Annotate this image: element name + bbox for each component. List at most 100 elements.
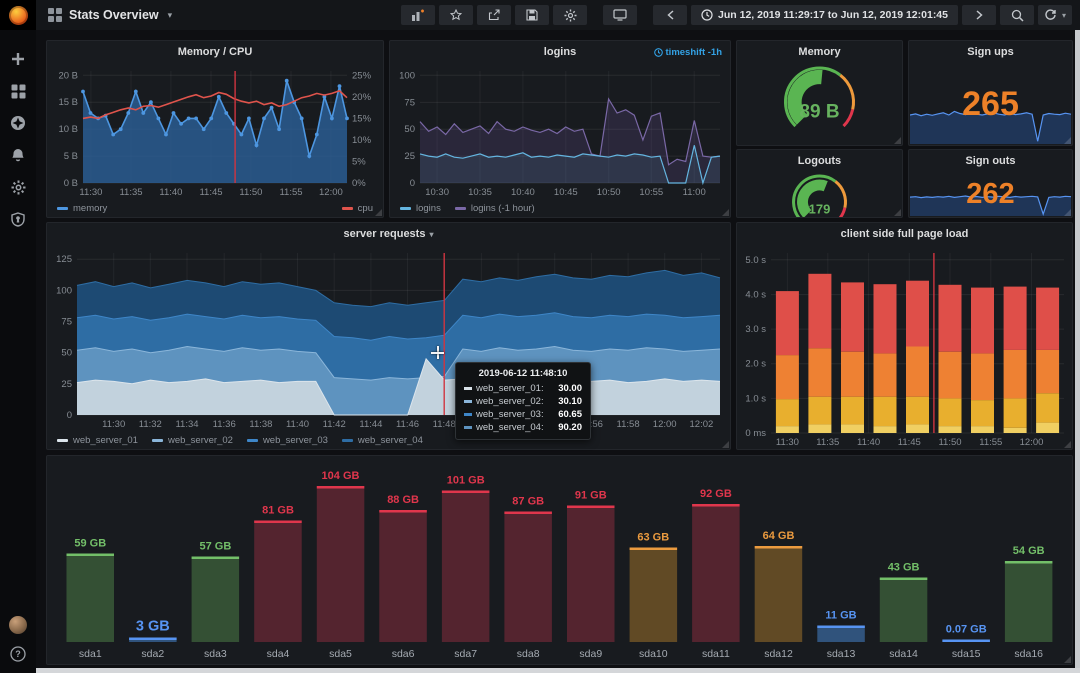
- tooltip-row: web_server_03:60.65: [464, 409, 582, 420]
- svg-text:20%: 20%: [352, 92, 372, 103]
- server-requests-chart[interactable]: 11:3011:3211:3411:3611:3811:4011:4211:44…: [47, 245, 730, 431]
- svg-text:25: 25: [404, 151, 415, 162]
- time-back-button[interactable]: [653, 5, 687, 25]
- panel-menu-caret: ▾: [429, 230, 433, 239]
- panel-title[interactable]: Sign ups: [909, 41, 1072, 63]
- refresh-button[interactable]: ▾: [1038, 5, 1072, 25]
- chart-tooltip: 2019-06-12 11:48:10 web_server_01:30.00 …: [455, 362, 591, 440]
- chevron-down-icon[interactable]: ▾: [168, 10, 173, 21]
- save-button[interactable]: [515, 5, 549, 25]
- svg-text:2.0 s: 2.0 s: [745, 359, 766, 370]
- sidebar-item-configuration[interactable]: [9, 178, 27, 196]
- legend-swatch: [247, 439, 258, 442]
- sidebar-item-dashboards[interactable]: [9, 82, 27, 100]
- memory-cpu-chart[interactable]: 11:3011:3511:4011:4511:5011:5512:000 B5 …: [47, 63, 383, 199]
- panel-title[interactable]: client side full page load: [737, 223, 1072, 245]
- scrollbar-track[interactable]: [1075, 30, 1080, 673]
- svg-text:3.0 s: 3.0 s: [745, 324, 766, 335]
- svg-text:12:00: 12:00: [653, 419, 677, 430]
- legend-swatch: [342, 207, 353, 210]
- legend-item-web-server-04[interactable]: web_server_04: [342, 435, 423, 446]
- svg-text:11:34: 11:34: [175, 419, 198, 430]
- svg-text:10 B: 10 B: [58, 124, 78, 135]
- svg-text:75: 75: [61, 317, 72, 328]
- svg-text:12:00: 12:00: [1020, 437, 1044, 448]
- panel-title[interactable]: Memory / CPU: [47, 41, 383, 63]
- legend-item-logins[interactable]: logins: [400, 203, 441, 214]
- tooltip-row: web_server_01:30.00: [464, 383, 582, 394]
- svg-text:5 B: 5 B: [64, 151, 78, 162]
- panel-title[interactable]: Logouts: [737, 150, 902, 172]
- refresh-interval-caret[interactable]: ▾: [1062, 11, 1066, 20]
- logins-chart[interactable]: 10:3010:3510:4010:4510:5010:5511:0002550…: [390, 63, 730, 199]
- svg-text:11:40: 11:40: [857, 437, 880, 448]
- svg-text:sda10: sda10: [639, 648, 668, 660]
- panel-title[interactable]: Sign outs: [909, 150, 1072, 172]
- legend-item-cpu[interactable]: cpu: [342, 203, 373, 214]
- legend-swatch: [57, 207, 68, 210]
- share-button[interactable]: [477, 5, 511, 25]
- sign-ups-value: 265: [909, 63, 1072, 145]
- sidebar-item-explore[interactable]: [9, 114, 27, 132]
- disk-usage-chart[interactable]: 59 GBsda13 GBsda257 GBsda381 GBsda4104 G…: [47, 456, 1072, 664]
- svg-text:3 GB: 3 GB: [136, 619, 170, 635]
- svg-text:0 ms: 0 ms: [745, 428, 766, 439]
- clock-icon: [701, 9, 713, 21]
- panel-title[interactable]: server requests▾: [47, 223, 730, 245]
- panel-title[interactable]: Memory: [737, 41, 902, 63]
- svg-text:11:35: 11:35: [119, 187, 142, 198]
- legend-swatch: [400, 207, 411, 210]
- svg-text:125: 125: [56, 254, 72, 265]
- time-range-picker[interactable]: Jun 12, 2019 11:29:17 to Jun 12, 2019 12…: [691, 5, 958, 25]
- svg-text:87 GB: 87 GB: [512, 496, 544, 508]
- svg-text:50: 50: [61, 348, 72, 359]
- svg-text:20 B: 20 B: [58, 70, 78, 81]
- sidebar-item-alerting[interactable]: [9, 146, 27, 164]
- svg-text:88 GB: 88 GB: [387, 494, 419, 506]
- sidebar-item-server-admin[interactable]: [9, 210, 27, 228]
- svg-text:11:35: 11:35: [816, 437, 839, 448]
- memory-gauge[interactable]: 89 B: [737, 63, 902, 145]
- legend-swatch: [152, 439, 163, 442]
- add-panel-button[interactable]: [401, 5, 435, 25]
- svg-text:64 GB: 64 GB: [763, 530, 795, 542]
- svg-text:75: 75: [404, 97, 415, 108]
- svg-text:11:45: 11:45: [199, 187, 222, 198]
- panel-sign-outs: Sign outs 262: [908, 149, 1073, 218]
- svg-text:100: 100: [56, 285, 72, 296]
- user-avatar[interactable]: [9, 616, 27, 634]
- svg-text:4.0 s: 4.0 s: [745, 290, 766, 301]
- time-forward-button[interactable]: [962, 5, 996, 25]
- svg-text:11:50: 11:50: [938, 437, 961, 448]
- legend-item-memory[interactable]: memory: [57, 203, 107, 214]
- panel-client-page-load: client side full page load 11:3011:3511:…: [736, 222, 1073, 450]
- tv-kiosk-button[interactable]: [603, 5, 637, 25]
- svg-text:11:36: 11:36: [213, 419, 236, 430]
- svg-text:11:32: 11:32: [139, 419, 162, 430]
- legend-item-logins-1h[interactable]: logins (-1 hour): [455, 203, 535, 214]
- legend-item-web-server-01[interactable]: web_server_01: [57, 435, 138, 446]
- svg-text:10:50: 10:50: [597, 187, 621, 198]
- client-page-load-chart[interactable]: 11:3011:3511:4011:4511:5011:5512:000 ms1…: [737, 245, 1072, 449]
- window-bottom-edge: [36, 668, 1080, 673]
- svg-text:11:40: 11:40: [286, 419, 309, 430]
- svg-text:101 GB: 101 GB: [447, 475, 485, 487]
- zoom-out-button[interactable]: [1000, 5, 1034, 25]
- sidebar-item-create[interactable]: [9, 50, 27, 68]
- legend-item-web-server-03[interactable]: web_server_03: [247, 435, 328, 446]
- logouts-gauge[interactable]: 179: [737, 172, 902, 217]
- svg-text:0.07 GB: 0.07 GB: [946, 624, 987, 636]
- legend-item-web-server-02[interactable]: web_server_02: [152, 435, 233, 446]
- svg-text:12:00: 12:00: [319, 187, 343, 198]
- settings-button[interactable]: [553, 5, 587, 25]
- timeshift-badge[interactable]: timeshift -1h: [654, 41, 722, 63]
- panel-sign-ups: Sign ups 265: [908, 40, 1073, 146]
- grafana-logo[interactable]: [0, 0, 36, 30]
- sidebar-item-help[interactable]: ?: [9, 645, 27, 663]
- tooltip-timestamp: 2019-06-12 11:48:10: [464, 368, 582, 379]
- svg-text:sda7: sda7: [454, 648, 477, 660]
- series-dash: [464, 400, 472, 403]
- dashboard-title[interactable]: Stats Overview: [69, 8, 159, 22]
- svg-text:54 GB: 54 GB: [1013, 545, 1045, 557]
- star-button[interactable]: [439, 5, 473, 25]
